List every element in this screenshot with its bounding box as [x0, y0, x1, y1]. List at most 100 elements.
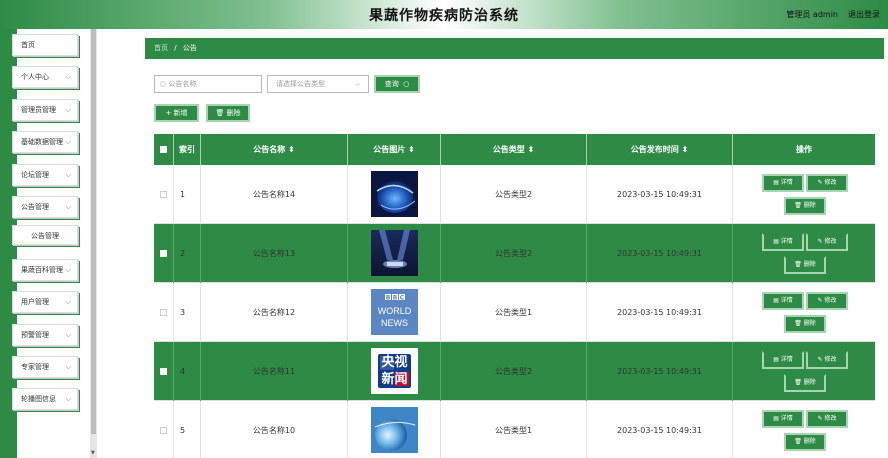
- chevron-down-icon: ⌵: [65, 331, 71, 339]
- detail-button[interactable]: ▤ 详情: [762, 174, 804, 192]
- row-checkbox[interactable]: [160, 368, 167, 375]
- batch-delete-button[interactable]: 🗑 删除: [206, 104, 250, 122]
- scrollbar-thumb[interactable]: [91, 29, 96, 434]
- row-delete-button[interactable]: 🗑 删除: [784, 197, 826, 215]
- breadcrumb-current: 公告: [182, 44, 197, 52]
- sidebar-item-home[interactable]: 首页: [12, 34, 78, 56]
- row-notice-time: 2023-03-15 10:49:31: [587, 224, 733, 283]
- logout-link[interactable]: 退出登录: [848, 9, 880, 20]
- sidebar-item-forum[interactable]: 论坛管理 ⌵: [12, 164, 78, 186]
- sidebar-item-label: 轮播图信息: [21, 395, 56, 403]
- notice-thumbnail[interactable]: 央视 新闻: [370, 347, 418, 396]
- row-notice-image-cell: [348, 224, 441, 283]
- detail-button[interactable]: ▤ 详情: [762, 233, 804, 251]
- row-index: 1: [174, 165, 201, 224]
- notice-thumbnail[interactable]: WORLD NEWS B B C: [370, 288, 418, 337]
- sidebar-scrollbar[interactable]: ▼: [90, 29, 97, 458]
- column-header-name[interactable]: 公告名称 ⬍: [201, 134, 348, 165]
- scroll-down-arrow-icon[interactable]: ▼: [91, 450, 95, 456]
- edit-button-label: 修改: [824, 356, 837, 363]
- row-notice-image-cell: [348, 401, 441, 458]
- sort-icon[interactable]: ⬍: [288, 145, 295, 154]
- edit-button-label: 修改: [824, 415, 837, 422]
- query-button[interactable]: 查询 ○: [374, 75, 420, 93]
- row-index: 5: [174, 401, 201, 458]
- svg-text:B: B: [392, 294, 397, 301]
- sort-icon[interactable]: ⬍: [682, 145, 689, 154]
- chevron-down-icon: ⌵: [65, 298, 71, 306]
- sidebar-item-encyclopedia[interactable]: 果蔬百科管理 ⌵: [12, 259, 78, 281]
- doc-icon: ▤: [773, 238, 781, 245]
- row-index: 3: [174, 283, 201, 342]
- sidebar-item-carousel[interactable]: 轮播图信息 ⌵: [12, 388, 78, 410]
- row-checkbox[interactable]: [160, 427, 167, 434]
- plus-icon: +: [165, 109, 174, 117]
- table-row: 4 公告名称11 央视 新闻 公告类型2 2023-03-15 10:49:31 ▤ 详情 ✎…: [154, 342, 875, 401]
- sidebar-item-warnings[interactable]: 预警管理 ⌵: [12, 324, 78, 346]
- row-notice-time: 2023-03-15 10:49:31: [587, 283, 733, 342]
- chevron-down-icon: ⌵: [65, 106, 71, 114]
- chevron-down-icon: ⌵: [354, 80, 360, 88]
- breadcrumb-home[interactable]: 首页: [154, 44, 168, 52]
- sidebar-item-admins[interactable]: 管理员管理 ⌵: [12, 99, 78, 121]
- row-delete-button[interactable]: 🗑 删除: [784, 433, 826, 451]
- notice-type-select[interactable]: 请选择公告类型 ⌵: [267, 75, 369, 93]
- notice-thumbnail[interactable]: [370, 229, 418, 278]
- chevron-down-icon: ⌵: [65, 266, 71, 274]
- sidebar-item-basic-data[interactable]: 基础数据管理 ⌵: [12, 131, 78, 153]
- row-delete-button[interactable]: 🗑 删除: [784, 315, 826, 333]
- search-icon: ○: [400, 80, 410, 88]
- select-all-checkbox[interactable]: [160, 146, 167, 153]
- table-row: 5 公告名称10 公告类型1 2023-03-15 10:49:31 ▤ 详情 ✎ 修改 🗑…: [154, 401, 875, 458]
- edit-button[interactable]: ✎ 修改: [806, 410, 848, 428]
- trash-icon: 🗑: [794, 261, 804, 268]
- column-header-time[interactable]: 公告发布时间 ⬍: [587, 134, 733, 165]
- edit-button[interactable]: ✎ 修改: [806, 174, 848, 192]
- sort-icon[interactable]: ⬍: [408, 145, 415, 154]
- app-title: 果蔬作物疾病防治系统: [369, 8, 519, 24]
- edit-button-label: 修改: [824, 238, 837, 245]
- row-select-cell: [154, 165, 174, 224]
- detail-button[interactable]: ▤ 详情: [762, 351, 804, 369]
- table-row: 2 公告名称13 公告类型2 2023-03-15 10:49:31 ▤ 详情 ✎ 修改 🗑…: [154, 224, 875, 283]
- row-checkbox[interactable]: [160, 250, 167, 257]
- column-header-image[interactable]: 公告图片 ⬍: [348, 134, 441, 165]
- notice-name-search-input[interactable]: ○ 公告名称: [154, 75, 262, 93]
- search-placeholder: 公告名称: [168, 80, 197, 88]
- sidebar-item-label: 用户管理: [21, 298, 49, 306]
- sidebar-item-label: 论坛管理: [21, 171, 49, 179]
- row-index: 4: [174, 342, 201, 401]
- notice-thumbnail[interactable]: [370, 170, 418, 219]
- edit-button[interactable]: ✎ 修改: [806, 233, 848, 251]
- detail-button[interactable]: ▤ 详情: [762, 410, 804, 428]
- search-icon: ○: [160, 80, 167, 88]
- row-delete-button[interactable]: 🗑 删除: [784, 374, 826, 392]
- row-checkbox[interactable]: [160, 191, 167, 198]
- sidebar-item-experts[interactable]: 专家管理 ⌵: [12, 356, 78, 378]
- sidebar-item-users[interactable]: 用户管理 ⌵: [12, 291, 78, 313]
- sidebar-item-notices[interactable]: 公告管理 ⌵: [12, 196, 78, 218]
- add-button[interactable]: + 新增: [154, 104, 199, 122]
- row-notice-time: 2023-03-15 10:49:31: [587, 401, 733, 458]
- admin-label: 管理员 admin: [786, 10, 838, 19]
- sort-icon[interactable]: ⬍: [528, 145, 535, 154]
- column-header-type[interactable]: 公告类型 ⬍: [441, 134, 587, 165]
- detail-button[interactable]: ▤ 详情: [762, 292, 804, 310]
- column-header-index: 索引: [174, 134, 201, 165]
- row-select-cell: [154, 401, 174, 458]
- notice-table: 索引 公告名称 ⬍ 公告图片 ⬍ 公告类型 ⬍ 公告发布时间 ⬍ 操作 1 公告名…: [154, 134, 875, 458]
- delete-button-label: 删除: [226, 109, 241, 117]
- notice-thumbnail[interactable]: [370, 406, 418, 455]
- column-header-ops: 操作: [733, 134, 875, 165]
- breadcrumb-separator: /: [174, 44, 177, 52]
- row-checkbox[interactable]: [160, 309, 167, 316]
- doc-icon: ▤: [773, 356, 781, 363]
- row-delete-button[interactable]: 🗑 删除: [784, 256, 826, 274]
- sidebar-subitem-notices[interactable]: 公告管理: [12, 225, 78, 245]
- edit-button[interactable]: ✎ 修改: [806, 292, 848, 310]
- edit-button[interactable]: ✎ 修改: [806, 351, 848, 369]
- sidebar-item-personal[interactable]: 个人中心 ⌵: [12, 66, 78, 88]
- query-button-label: 查询: [384, 80, 399, 88]
- detail-button-label: 详情: [780, 297, 793, 304]
- svg-text:WORLD: WORLD: [377, 306, 411, 316]
